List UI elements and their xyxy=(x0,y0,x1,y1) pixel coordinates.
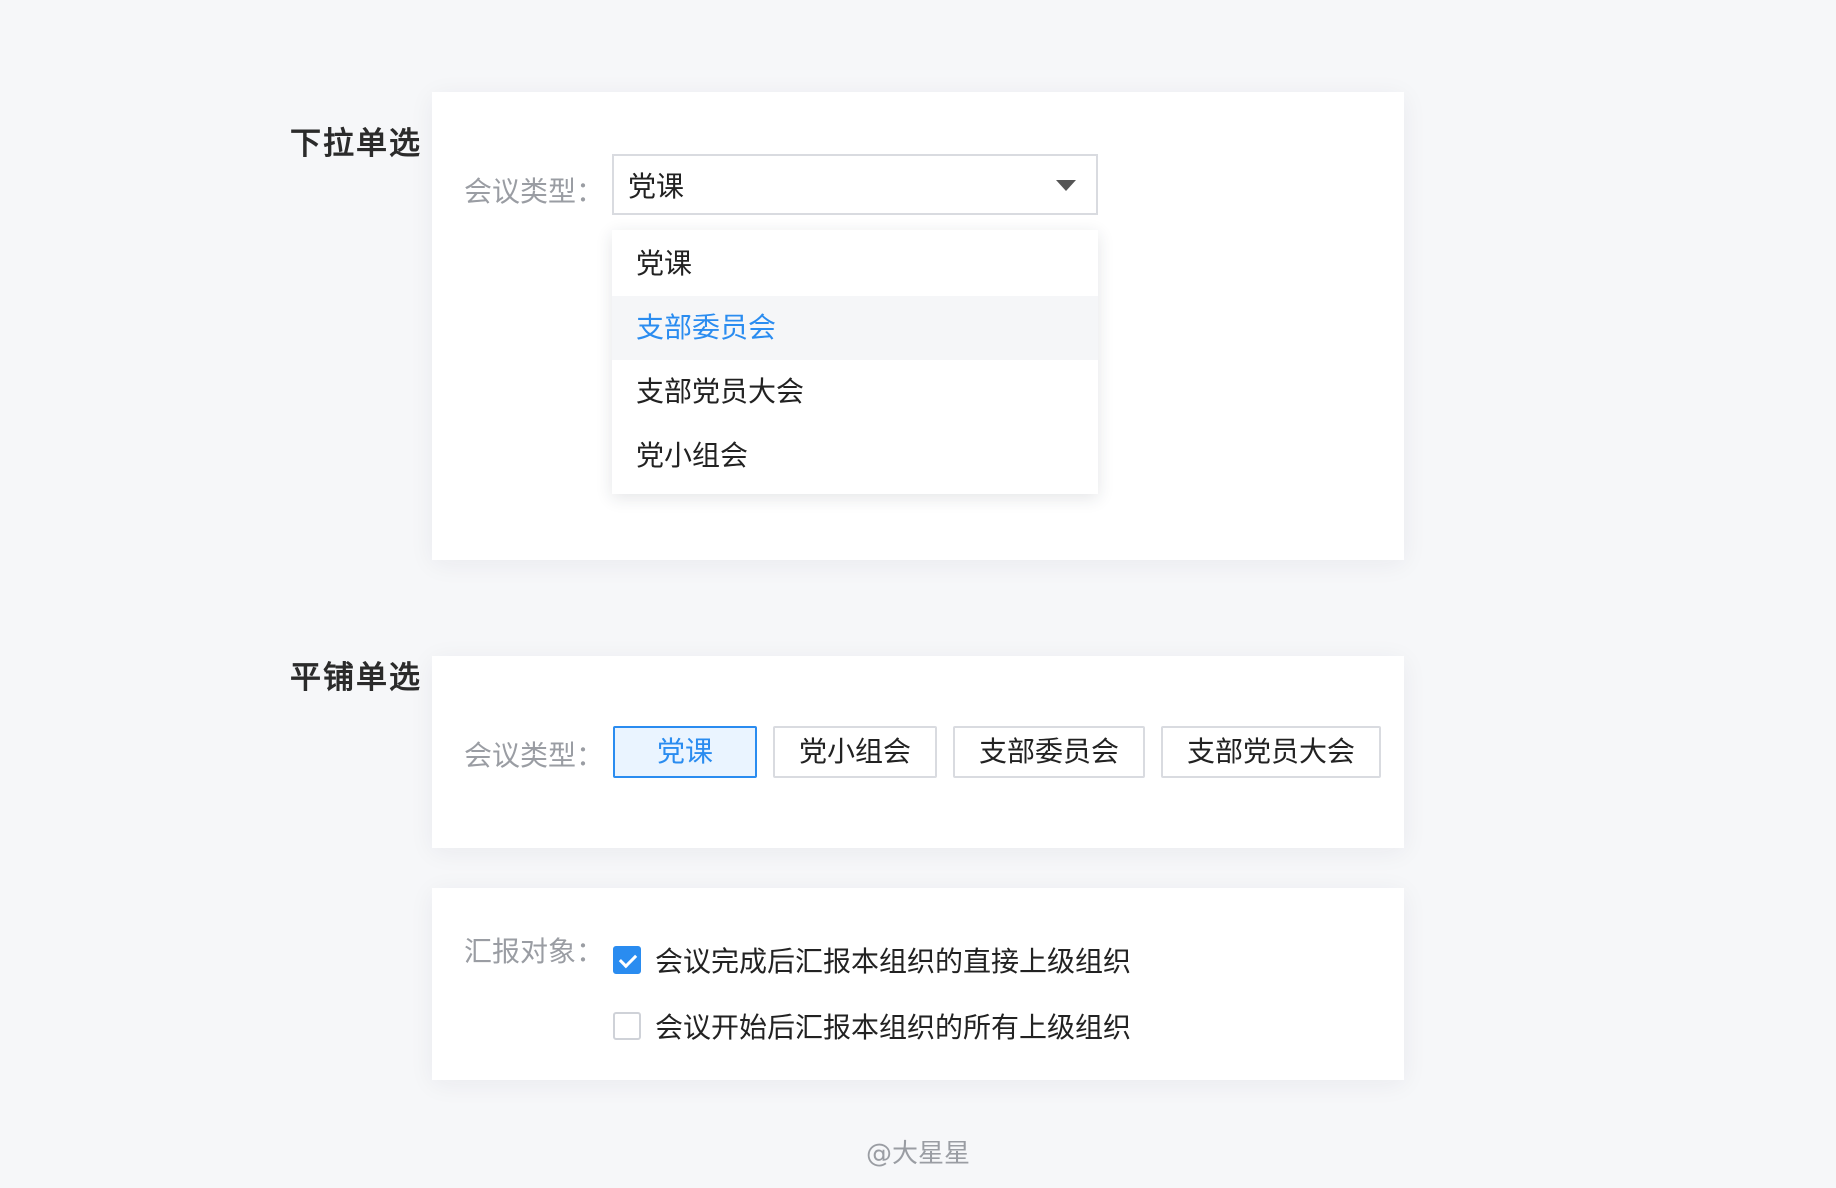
checkbox-unchecked-icon[interactable] xyxy=(613,1012,641,1040)
tile-option-party-group-meeting[interactable]: 党小组会 xyxy=(773,726,938,778)
report-option-all-superiors[interactable]: 会议开始后汇报本组织的所有上级组织 xyxy=(613,1006,1131,1046)
meeting-type-label: 会议类型： xyxy=(464,175,605,208)
tile-option-branch-committee[interactable]: 支部委员会 xyxy=(953,726,1146,778)
report-option-label: 会议开始后汇报本组织的所有上级组织 xyxy=(655,1011,1132,1044)
report-target-label: 汇报对象： xyxy=(464,935,605,968)
dropdown-option-branch-committee[interactable]: 支部委员会 xyxy=(612,296,1098,360)
dropdown-option-dangke[interactable]: 党课 xyxy=(612,232,1098,296)
dropdown-option-branch-member-meeting[interactable]: 支部党员大会 xyxy=(612,360,1098,424)
dropdown-option-party-group-meeting[interactable]: 党小组会 xyxy=(612,424,1098,488)
report-option-direct-superior[interactable]: 会议完成后汇报本组织的直接上级组织 xyxy=(613,940,1131,980)
meeting-type-tile-group: 党课 党小组会 支部委员会 支部党员大会 xyxy=(613,726,1382,778)
checkbox-checked-icon[interactable] xyxy=(613,946,641,974)
meeting-type-label: 会议类型： xyxy=(464,739,605,772)
tile-section-title: 平铺单选 xyxy=(290,660,422,696)
dropdown-card: 会议类型： 党课 党课 支部委员会 支部党员大会 党小组会 xyxy=(432,92,1404,560)
report-option-label: 会议完成后汇报本组织的直接上级组织 xyxy=(655,945,1132,978)
meeting-type-select[interactable]: 党课 xyxy=(612,154,1098,215)
tile-option-branch-member-meeting[interactable]: 支部党员大会 xyxy=(1161,726,1382,778)
report-card: 汇报对象： 会议完成后汇报本组织的直接上级组织 会议开始后汇报本组织的所有上级组… xyxy=(432,888,1404,1080)
tile-option-dangke[interactable]: 党课 xyxy=(613,726,758,778)
dropdown-menu: 党课 支部委员会 支部党员大会 党小组会 xyxy=(612,230,1098,494)
watermark: @大星星 xyxy=(865,1139,970,1169)
caret-down-icon[interactable] xyxy=(1056,179,1076,191)
select-current-value: 党课 xyxy=(628,169,685,203)
dropdown-section-title: 下拉单选 xyxy=(290,126,422,162)
tile-card: 会议类型： 党课 党小组会 支部委员会 支部党员大会 xyxy=(432,656,1404,848)
